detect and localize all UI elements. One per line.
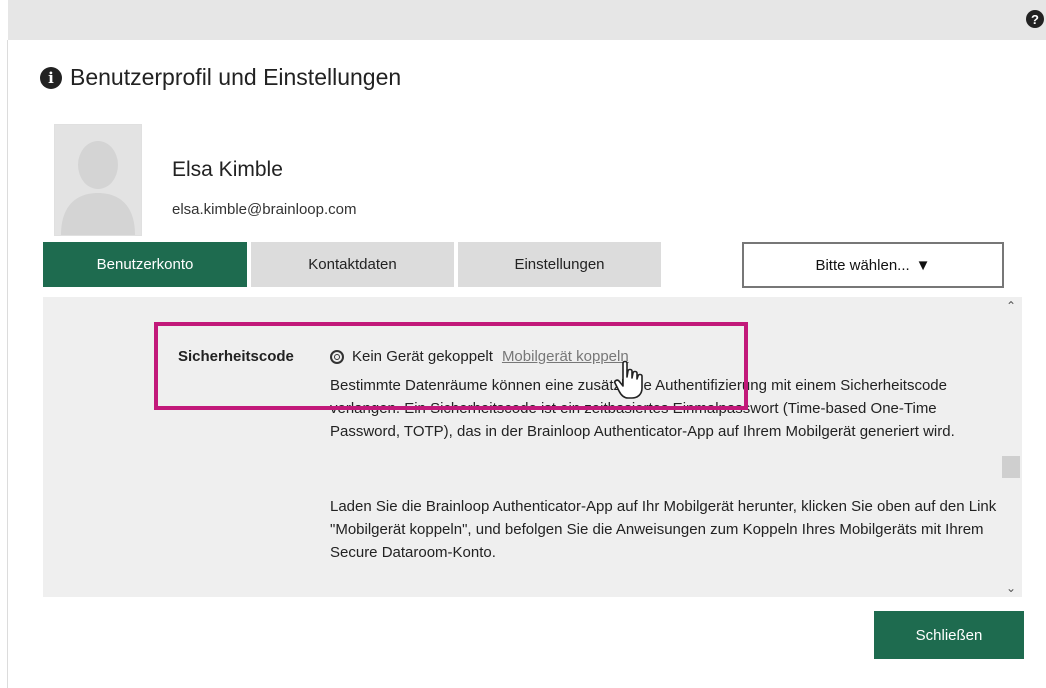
dialog-title-row: i Benutzerprofil und Einstellungen (40, 64, 401, 91)
options-dropdown[interactable]: Bitte wählen... ▼ (742, 242, 1004, 288)
radio-icon (330, 349, 344, 364)
tab-benutzerkonto[interactable]: Benutzerkonto (43, 242, 247, 287)
security-status: Kein Gerät gekoppelt (352, 348, 493, 365)
user-name: Elsa Kimble (172, 158, 283, 181)
tab-einstellungen[interactable]: Einstellungen (458, 242, 661, 287)
security-description: Bestimmte Datenräume können eine zusätzl… (330, 377, 955, 440)
avatar-silhouette-icon (55, 125, 141, 235)
avatar (54, 124, 142, 236)
scrollbar-thumb[interactable] (1002, 456, 1020, 478)
info-icon: i (40, 66, 62, 89)
dropdown-arrow-icon: ▼ (915, 256, 931, 274)
help-icon[interactable]: ? (1026, 10, 1044, 28)
security-status-line: Kein Gerät gekoppelt Mobilgerät koppeln (330, 348, 629, 365)
dialog-title: Benutzerprofil und Einstellungen (70, 64, 402, 90)
scroll-up-icon[interactable]: ⌃ (1006, 299, 1016, 313)
account-panel: ⌃ ⌄ Sicherheitscode Kein Gerät gekoppelt… (43, 297, 1022, 597)
dropdown-label: Bitte wählen... (815, 256, 910, 274)
tab-kontaktdaten[interactable]: Kontaktdaten (251, 242, 454, 287)
dialog-border (7, 40, 8, 688)
hand-cursor-icon (614, 360, 643, 399)
pair-device-link[interactable]: Mobilgerät koppeln (502, 348, 629, 365)
security-code-label: Sicherheitscode (178, 348, 294, 365)
user-email: elsa.kimble@brainloop.com (172, 201, 357, 218)
top-bar: ? (8, 0, 1046, 40)
security-instructions: Laden Sie die Brainloop Authenticator-Ap… (330, 498, 997, 561)
close-button[interactable]: Schließen (874, 611, 1024, 659)
scroll-down-icon[interactable]: ⌄ (1006, 581, 1016, 595)
